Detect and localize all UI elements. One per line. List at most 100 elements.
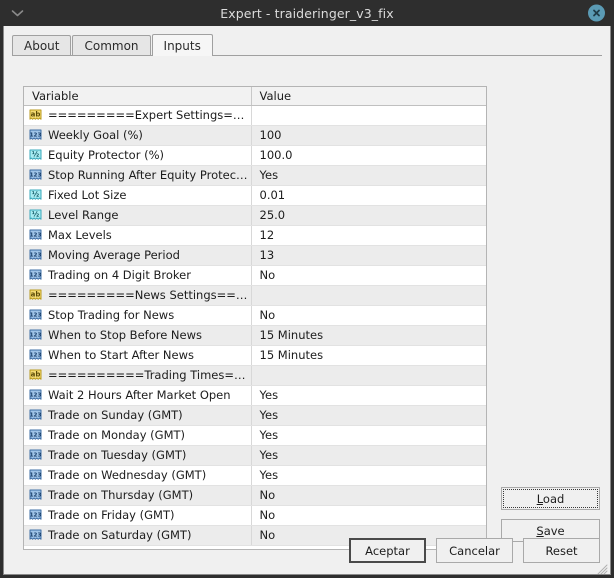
table-row[interactable]: 123 Moving Average Period 13: [24, 245, 486, 266]
table-row[interactable]: 123 When to Start After News 15 Minutes: [24, 345, 486, 366]
value-cell[interactable]: Yes: [251, 165, 486, 186]
table-row[interactable]: 123 Stop Running After Equity Protection Y…: [24, 165, 486, 186]
variable-cell[interactable]: 123 Trading on 4 Digit Broker: [24, 265, 252, 286]
string-type-icon: ab: [29, 369, 42, 382]
variable-label: Wait 2 Hours After Market Open: [48, 388, 231, 402]
value-cell[interactable]: [251, 365, 486, 386]
value-label: Yes: [259, 388, 279, 402]
svg-text:ab: ab: [31, 370, 41, 378]
table-row[interactable]: ½ Fixed Lot Size 0.01: [24, 185, 486, 206]
variable-cell[interactable]: 123 Trade on Saturday (GMT): [24, 525, 252, 546]
value-cell[interactable]: [251, 285, 486, 306]
value-cell[interactable]: No: [251, 265, 486, 286]
value-cell[interactable]: [251, 105, 486, 126]
variable-cell[interactable]: 123 Trade on Friday (GMT): [24, 505, 252, 526]
variable-cell[interactable]: 123 Trade on Thursday (GMT): [24, 485, 252, 506]
table-row[interactable]: 123 When to Stop Before News 15 Minutes: [24, 325, 486, 346]
variable-cell[interactable]: 123 Moving Average Period: [24, 245, 252, 266]
value-label: Yes: [259, 448, 279, 462]
close-button[interactable]: [588, 4, 605, 22]
variable-label: Trade on Thursday (GMT): [48, 488, 194, 502]
table-row[interactable]: ab ==========Trading Times=====...: [24, 365, 486, 386]
table-row[interactable]: 123 Trade on Friday (GMT) No: [24, 505, 486, 526]
value-cell[interactable]: 25.0: [251, 205, 486, 226]
resize-grip[interactable]: [596, 560, 608, 574]
table-row[interactable]: 123 Trade on Thursday (GMT) No: [24, 485, 486, 506]
value-cell[interactable]: Yes: [251, 405, 486, 426]
variable-cell[interactable]: ab ==========Trading Times=====...: [24, 365, 252, 386]
tab-inputs-label: Inputs: [163, 38, 201, 53]
accept-button[interactable]: Aceptar: [349, 538, 426, 563]
variable-cell[interactable]: 123 Max Levels: [24, 225, 252, 246]
window-menu-button[interactable]: [0, 0, 34, 26]
integer-type-icon: 123: [29, 329, 42, 342]
variable-cell[interactable]: 123 Wait 2 Hours After Market Open: [24, 385, 252, 406]
variable-cell[interactable]: ab =========News Settings======...: [24, 285, 252, 306]
table-row[interactable]: 123 Trade on Tuesday (GMT) Yes: [24, 445, 486, 466]
variable-cell[interactable]: 123 Trade on Tuesday (GMT): [24, 445, 252, 466]
value-cell[interactable]: 13: [251, 245, 486, 266]
tab-inputs[interactable]: Inputs: [151, 34, 213, 56]
value-cell[interactable]: Yes: [251, 445, 486, 466]
svg-text:123: 123: [30, 232, 42, 238]
variable-label: Trade on Saturday (GMT): [48, 528, 192, 542]
table-row[interactable]: 123 Trade on Monday (GMT) Yes: [24, 425, 486, 446]
svg-text:123: 123: [30, 132, 42, 138]
value-cell[interactable]: No: [251, 305, 486, 326]
svg-text:123: 123: [30, 412, 42, 418]
cancel-button[interactable]: Cancelar: [436, 538, 513, 563]
value-cell[interactable]: 12: [251, 225, 486, 246]
tab-about[interactable]: About: [12, 35, 72, 55]
variable-cell[interactable]: ab =========Expert Settings======...: [24, 105, 252, 126]
table-row[interactable]: 123 Wait 2 Hours After Market Open Yes: [24, 385, 486, 406]
value-cell[interactable]: 0.01: [251, 185, 486, 206]
svg-text:½: ½: [32, 150, 39, 158]
value-cell[interactable]: Yes: [251, 465, 486, 486]
value-cell[interactable]: 15 Minutes: [251, 325, 486, 346]
svg-text:ab: ab: [31, 110, 41, 118]
value-label: 25.0: [259, 208, 286, 222]
table-row[interactable]: ½ Level Range 25.0: [24, 205, 486, 226]
value-cell[interactable]: Yes: [251, 425, 486, 446]
variable-cell[interactable]: 123 Stop Trading for News: [24, 305, 252, 326]
variable-cell[interactable]: ½ Equity Protector (%): [24, 145, 252, 166]
variable-cell[interactable]: 123 Stop Running After Equity Protection: [24, 165, 252, 186]
variable-cell[interactable]: 123 When to Stop Before News: [24, 325, 252, 346]
column-header-value[interactable]: Value: [251, 87, 486, 106]
column-header-variable[interactable]: Variable: [24, 87, 252, 106]
load-button-label: Load: [537, 492, 565, 506]
variable-cell[interactable]: 123 Weekly Goal (%): [24, 125, 252, 146]
svg-text:123: 123: [30, 332, 42, 338]
svg-text:123: 123: [30, 512, 42, 518]
tab-common[interactable]: Common: [72, 35, 151, 55]
variable-cell[interactable]: ½ Fixed Lot Size: [24, 185, 252, 206]
table-row[interactable]: 123 Trade on Wednesday (GMT) Yes: [24, 465, 486, 486]
value-cell[interactable]: 100: [251, 125, 486, 146]
integer-type-icon: 123: [29, 389, 42, 402]
load-button[interactable]: Load: [501, 487, 600, 510]
value-cell[interactable]: Yes: [251, 385, 486, 406]
variable-cell[interactable]: 123 When to Start After News: [24, 345, 252, 366]
reset-button[interactable]: Reset: [523, 538, 600, 563]
table-row[interactable]: 123 Trading on 4 Digit Broker No: [24, 265, 486, 286]
integer-type-icon: 123: [29, 309, 42, 322]
value-cell[interactable]: 15 Minutes: [251, 345, 486, 366]
double-type-icon: ½: [29, 149, 42, 162]
table-row[interactable]: 123 Stop Trading for News No: [24, 305, 486, 326]
value-cell[interactable]: No: [251, 485, 486, 506]
table-row[interactable]: 123 Trade on Sunday (GMT) Yes: [24, 405, 486, 426]
value-cell[interactable]: No: [251, 505, 486, 526]
variable-cell[interactable]: ½ Level Range: [24, 205, 252, 226]
variable-cell[interactable]: 123 Trade on Wednesday (GMT): [24, 465, 252, 486]
table-row[interactable]: ½ Equity Protector (%) 100.0: [24, 145, 486, 166]
table-row[interactable]: ab =========News Settings======...: [24, 285, 486, 306]
table-row[interactable]: 123 Weekly Goal (%) 100: [24, 125, 486, 146]
table-row[interactable]: 123 Max Levels 12: [24, 225, 486, 246]
svg-text:123: 123: [30, 172, 42, 178]
inputs-table-container[interactable]: Variable Value ab =========Expert Setting…: [23, 86, 487, 550]
load-rest: oad: [542, 491, 565, 506]
variable-cell[interactable]: 123 Trade on Sunday (GMT): [24, 405, 252, 426]
value-cell[interactable]: 100.0: [251, 145, 486, 166]
table-row[interactable]: ab =========Expert Settings======...: [24, 105, 486, 126]
variable-cell[interactable]: 123 Trade on Monday (GMT): [24, 425, 252, 446]
